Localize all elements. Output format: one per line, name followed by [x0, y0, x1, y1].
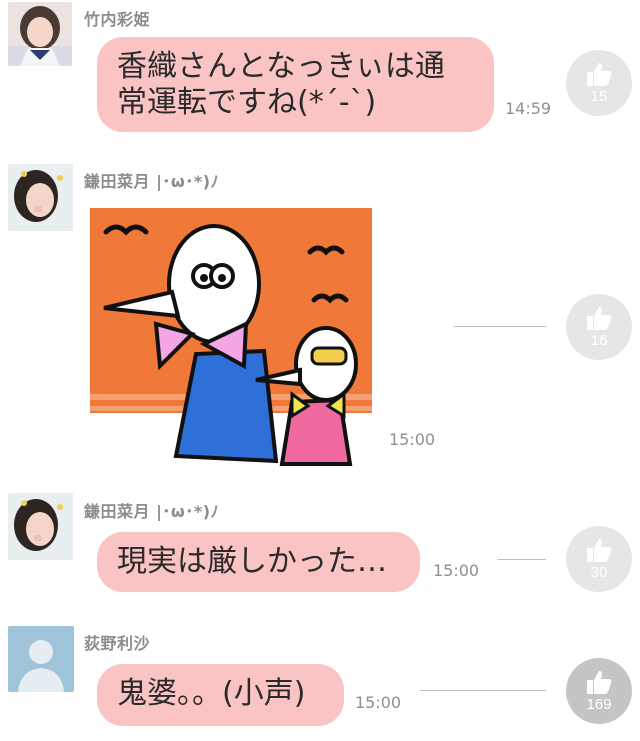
like-button[interactable]: 30 — [566, 526, 632, 592]
message-text-line: 香織さんとなっきぃは通 — [117, 49, 445, 84]
thumbs-up-icon — [587, 63, 612, 86]
message-text: 現実は厳しかった… — [117, 544, 387, 579]
avatar[interactable] — [8, 626, 74, 692]
sender-name: 荻野利沙 — [84, 634, 151, 653]
divider-line — [498, 559, 546, 560]
chat-message: 荻野利沙 鬼婆。。(小声) 15:00 169 — [0, 620, 640, 741]
chat-message: 竹内彩姫 香織さんとなっきぃは通 常運転ですね(*´-`) 14:59 15 — [0, 0, 640, 140]
sticker-image[interactable] — [86, 206, 376, 474]
like-count: 169 — [586, 696, 612, 713]
like-count: 15 — [590, 88, 608, 105]
divider-line — [454, 326, 546, 327]
thumbs-up-icon — [587, 671, 612, 694]
divider-line — [420, 690, 546, 691]
timestamp: 15:00 — [389, 430, 436, 449]
timestamp: 14:59 — [505, 99, 552, 118]
avatar[interactable] — [8, 164, 73, 231]
message-bubble[interactable]: 鬼婆。。(小声) — [97, 664, 344, 726]
avatar[interactable] — [8, 493, 73, 560]
like-button[interactable]: 15 — [566, 50, 632, 116]
chat-message: 鎌田菜月 |･ω･*)ﾉ 現実は厳しかった… 15:00 30 — [0, 490, 640, 600]
message-bubble[interactable]: 現実は厳しかった… — [97, 532, 420, 592]
like-button[interactable]: 16 — [566, 294, 632, 360]
sender-name: 鎌田菜月 |･ω･*)ﾉ — [84, 502, 220, 521]
timestamp: 15:00 — [355, 693, 402, 712]
message-text: 鬼婆。。(小声) — [117, 676, 306, 711]
message-text-line: 常運転ですね(*´-`) — [117, 85, 377, 120]
message-bubble[interactable]: 香織さんとなっきぃは通 常運転ですね(*´-`) — [97, 37, 494, 132]
timestamp: 15:00 — [433, 561, 480, 580]
chat-message: 鎌田菜月 |･ω･*)ﾉ 15:00 16 — [0, 160, 640, 480]
sender-name: 鎌田菜月 |･ω･*)ﾉ — [84, 172, 220, 191]
sender-name: 竹内彩姫 — [84, 10, 151, 29]
avatar[interactable] — [8, 2, 72, 66]
thumbs-up-icon — [587, 539, 612, 562]
like-count: 30 — [590, 564, 608, 581]
like-count: 16 — [590, 332, 608, 349]
like-button[interactable]: 169 — [566, 658, 632, 724]
thumbs-up-icon — [587, 307, 612, 330]
